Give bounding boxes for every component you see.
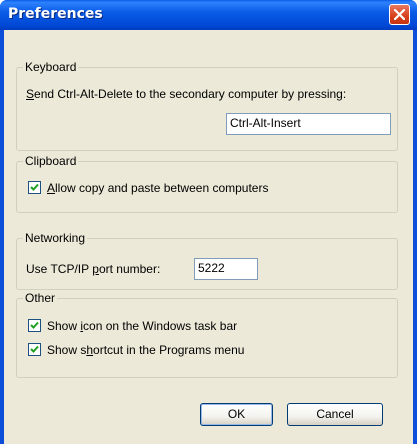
preferences-dialog: Preferences Keyboard Send Ctrl-Alt-Delet… — [0, 0, 417, 444]
checkmark-icon — [30, 321, 39, 329]
allow-copy-paste-checkbox[interactable] — [28, 181, 41, 194]
other-group-label: Other — [23, 291, 58, 305]
checkmark-icon — [30, 345, 39, 353]
show-programs-shortcut-label[interactable]: Show shortcut in the Programs menu — [47, 343, 244, 357]
close-button[interactable] — [389, 4, 410, 25]
dialog-body: Keyboard Send Ctrl-Alt-Delete to the sec… — [4, 30, 413, 444]
checkmark-icon — [30, 183, 39, 191]
show-taskbar-icon-checkbox[interactable] — [28, 319, 41, 332]
clipboard-group-label: Clipboard — [23, 154, 79, 168]
title-bar[interactable]: Preferences — [0, 0, 417, 30]
show-programs-shortcut-checkbox[interactable] — [28, 343, 41, 356]
networking-group: Networking Use TCP/IP port number: 5222 — [16, 231, 398, 290]
keyboard-group-label: Keyboard — [23, 60, 79, 74]
close-icon — [394, 9, 405, 20]
ok-button[interactable]: OK — [200, 403, 273, 426]
clipboard-group: Clipboard Allow copy and paste between c… — [16, 154, 398, 213]
keyboard-group: Keyboard Send Ctrl-Alt-Delete to the sec… — [16, 60, 398, 151]
keyboard-shortcut-field[interactable]: Ctrl-Alt-Insert — [226, 113, 391, 135]
other-group: Other Show icon on the Windows task bar … — [16, 291, 398, 378]
show-taskbar-icon-label[interactable]: Show icon on the Windows task bar — [47, 319, 237, 333]
networking-group-label: Networking — [23, 231, 88, 245]
allow-copy-paste-label[interactable]: Allow copy and paste between computers — [47, 181, 268, 195]
port-label: Use TCP/IP port number: — [26, 262, 161, 276]
port-number-field[interactable]: 5222 — [194, 258, 258, 280]
keyboard-description: Send Ctrl-Alt-Delete to the secondary co… — [26, 87, 347, 101]
cancel-button[interactable]: Cancel — [287, 403, 383, 426]
window-title: Preferences — [8, 6, 103, 22]
